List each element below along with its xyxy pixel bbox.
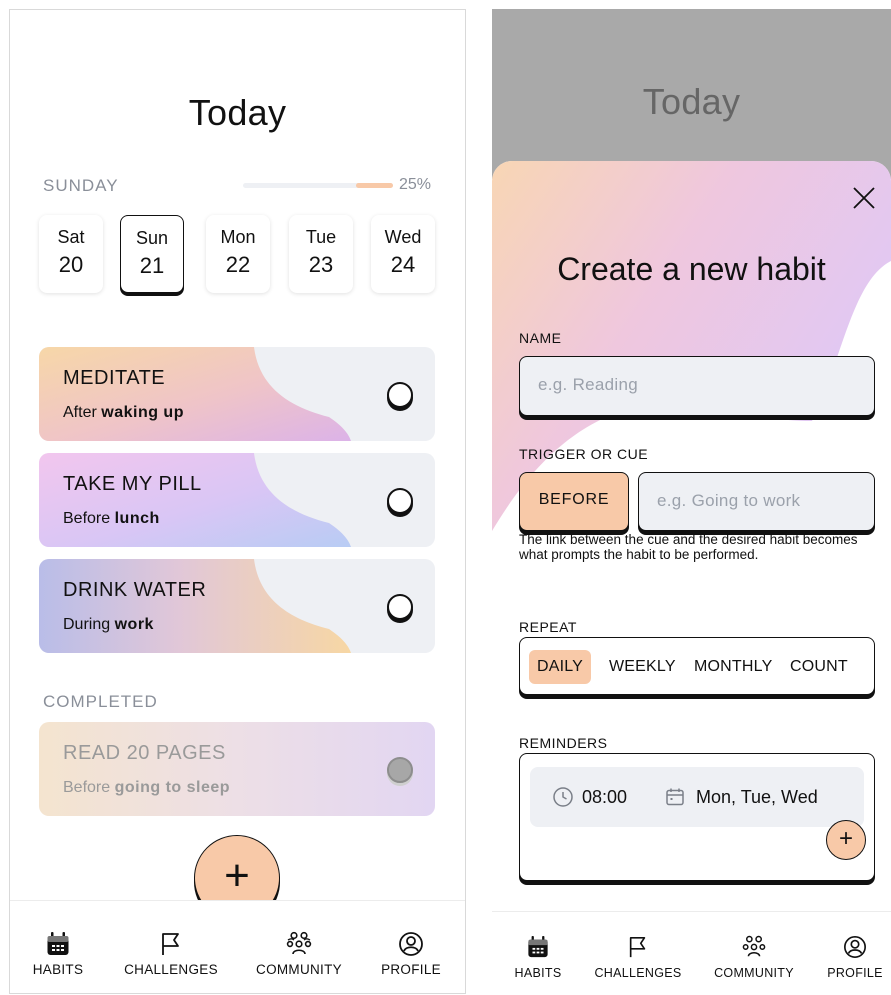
date-day-name: Sun: [135, 228, 169, 248]
tab-habits[interactable]: HABITS: [28, 931, 88, 979]
date-wed[interactable]: Wed 24: [371, 215, 435, 293]
date-day-number: 23: [308, 252, 334, 277]
card-gradient: [39, 559, 435, 653]
tab-label: PROFILE: [381, 962, 441, 977]
name-label: NAME: [519, 330, 562, 346]
date-strip: Sat 20 Sun 21 Mon 22 Tue 23 Wed 24: [39, 215, 435, 297]
today-screen: Today SUNDAY 25% Sat 20 Sun 21 Mon 22 Tu…: [9, 9, 466, 994]
date-day-name: Wed: [384, 227, 422, 247]
tab-profile[interactable]: PROFILE: [826, 934, 884, 982]
create-habit-screen: Today Create a new habit NAME e.g. Readi…: [492, 9, 891, 994]
date-tue[interactable]: Tue 23: [289, 215, 353, 293]
flag-icon: [629, 937, 646, 958]
repeat-option-count[interactable]: COUNT: [790, 650, 848, 684]
day-label: SUNDAY: [43, 176, 119, 195]
tab-label: COMMUNITY: [714, 966, 794, 980]
habit-checkbox[interactable]: [387, 488, 413, 514]
habit-title: READ 20 PAGES: [63, 742, 226, 764]
habit-card-take-my-pill[interactable]: TAKE MY PILL Before lunch: [39, 453, 435, 547]
habit-checkbox[interactable]: [387, 594, 413, 620]
repeat-selector: DAILY WEEKLY MONTHLY COUNT: [519, 637, 875, 695]
habit-title: TAKE MY PILL: [63, 473, 202, 495]
date-day-number: 20: [58, 252, 84, 277]
habit-checkbox[interactable]: [387, 382, 413, 408]
date-day-number: 22: [225, 252, 251, 277]
tab-challenges[interactable]: CHALLENGES: [122, 931, 220, 979]
clock-icon: [553, 787, 573, 807]
tab-label: HABITS: [32, 962, 84, 977]
reminders-label: REMINDERS: [519, 735, 608, 751]
habit-title: MEDITATE: [63, 367, 166, 389]
habit-card-drink-water[interactable]: DRINK WATER During work: [39, 559, 435, 653]
trigger-cue-input[interactable]: e.g. Going to work: [638, 472, 875, 531]
tab-label: CHALLENGES: [594, 966, 682, 980]
repeat-option-weekly[interactable]: WEEKLY: [609, 650, 676, 684]
repeat-label: REPEAT: [519, 619, 577, 635]
date-day-name: Tue: [305, 227, 337, 247]
tab-label: CHALLENGES: [124, 962, 218, 977]
flag-icon: [162, 933, 179, 955]
habit-cue: Before lunch: [63, 510, 160, 527]
community-icon: [286, 931, 312, 955]
tab-label: HABITS: [514, 966, 562, 980]
bottom-tab-bar: HABITS CHALLENGES COMMUNITY PROFILE: [492, 911, 891, 994]
trigger-helper-text: The link between the cue and the desired…: [519, 532, 858, 562]
reminder-days: Mon, Tue, Wed: [696, 787, 818, 807]
tab-label: PROFILE: [827, 966, 883, 980]
card-gradient: [39, 722, 435, 816]
daily-progress-bar: [243, 183, 393, 188]
sheet-title: Create a new habit: [557, 251, 826, 287]
community-icon: [742, 935, 766, 957]
input-placeholder: e.g. Going to work: [657, 491, 801, 510]
calendar-icon: [47, 932, 69, 955]
tab-profile[interactable]: PROFILE: [380, 931, 442, 979]
repeat-option-daily[interactable]: DAILY: [529, 650, 592, 684]
reminder-item[interactable]: 08:00 Mon, Tue, Wed: [530, 767, 864, 827]
date-day-name: Sat: [57, 227, 85, 247]
create-habit-sheet: Create a new habit NAME e.g. Reading TRI…: [492, 161, 891, 961]
progress-percent: 25%: [399, 176, 432, 193]
tab-community[interactable]: COMMUNITY: [254, 931, 344, 979]
habit-card-meditate[interactable]: MEDITATE After waking up: [39, 347, 435, 441]
habit-cue: Before going to sleep: [63, 779, 231, 796]
tab-label: COMMUNITY: [256, 962, 342, 977]
reminders-box: 08:00 Mon, Tue, Wed +: [519, 753, 875, 881]
close-icon[interactable]: [851, 185, 877, 211]
input-placeholder: e.g. Reading: [538, 375, 639, 394]
calendar-icon: [528, 936, 548, 958]
date-mon[interactable]: Mon 22: [206, 215, 270, 293]
habit-cue: After waking up: [63, 404, 184, 421]
habit-cue: During work: [63, 616, 154, 633]
add-reminder-button[interactable]: +: [826, 820, 866, 860]
habit-checkbox-completed[interactable]: [387, 757, 413, 783]
card-gradient: [39, 347, 435, 441]
background-page-title: Today: [642, 81, 741, 122]
tab-community[interactable]: COMMUNITY: [712, 934, 796, 982]
trigger-label: TRIGGER OR CUE: [519, 446, 649, 462]
profile-icon: [399, 932, 423, 956]
calendar-icon: [666, 788, 684, 806]
bottom-tab-bar: HABITS CHALLENGES COMMUNITY PROFILE: [10, 900, 465, 993]
date-day-number: 24: [390, 252, 416, 277]
profile-icon: [844, 936, 866, 958]
date-sat[interactable]: Sat 20: [39, 215, 103, 293]
progress-fill: [355, 183, 393, 188]
page-title: Today: [188, 92, 287, 133]
before-dropdown-button[interactable]: BEFORE: [519, 472, 629, 531]
date-sun[interactable]: Sun 21: [120, 215, 184, 293]
tab-challenges[interactable]: CHALLENGES: [592, 934, 684, 982]
before-button-label: BEFORE: [538, 491, 610, 508]
repeat-option-monthly[interactable]: MONTHLY: [694, 650, 772, 684]
date-day-number: 21: [139, 253, 165, 278]
card-gradient: [39, 453, 435, 547]
habit-title: DRINK WATER: [63, 579, 207, 601]
date-day-name: Mon: [220, 227, 256, 247]
completed-label: COMPLETED: [43, 692, 158, 711]
habit-name-input[interactable]: e.g. Reading: [519, 356, 875, 416]
habit-card-read-20-pages[interactable]: READ 20 PAGES Before going to sleep: [39, 722, 435, 816]
tab-habits[interactable]: HABITS: [508, 934, 568, 982]
reminder-time: 08:00: [582, 787, 628, 807]
